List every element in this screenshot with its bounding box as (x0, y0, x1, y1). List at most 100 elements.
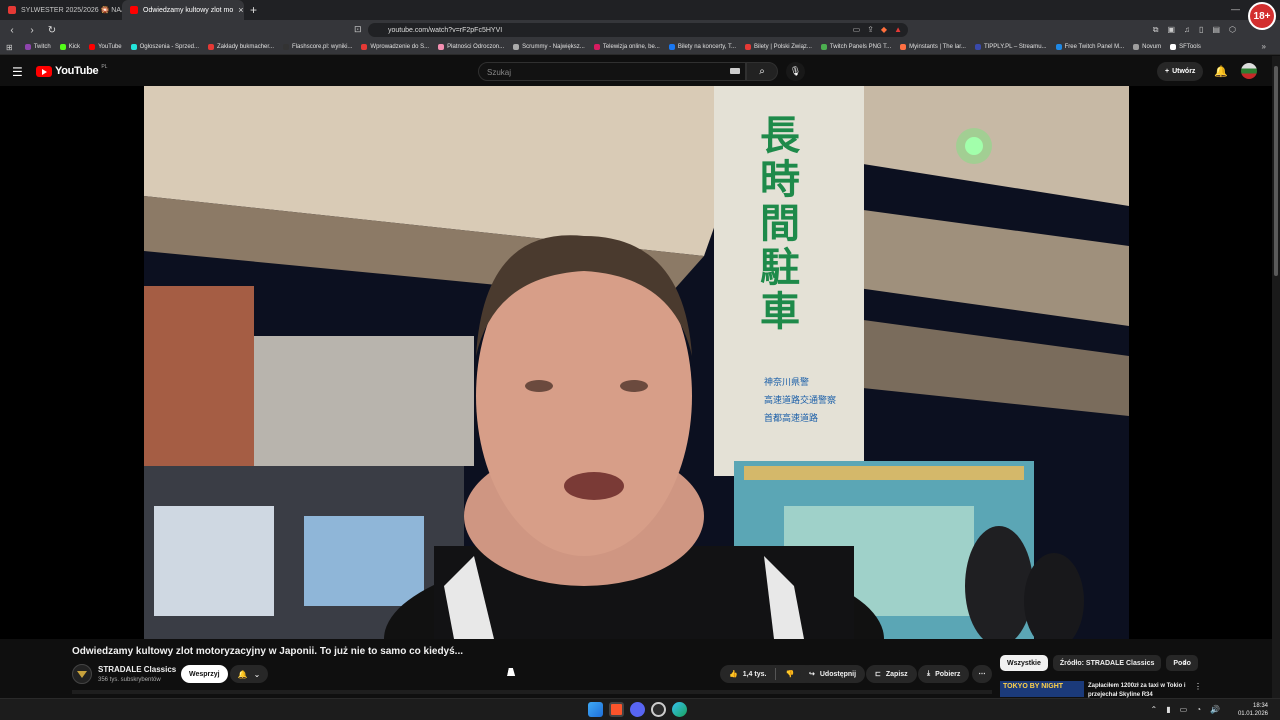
subscription-bell-button[interactable]: 🔔 ⌄ (230, 665, 268, 683)
rewards-icon[interactable]: ▲ (894, 25, 902, 34)
bookmark-item[interactable]: Twitch Panels PNG T... (820, 44, 891, 50)
video-player[interactable]: 長 時 間 駐 車 神奈川県警 高速道路交通警察 首都高速道路 (0, 86, 1272, 639)
search-input[interactable]: Szukaj (478, 62, 746, 81)
bell-icon: 🔔 (237, 669, 248, 679)
network-icon[interactable]: ▭ (1180, 705, 1188, 714)
video-frame[interactable]: 長 時 間 駐 車 神奈川県警 高速道路交通警察 首都高速道路 (144, 86, 1129, 639)
back-icon[interactable]: ‹ (4, 25, 20, 36)
shield-icon[interactable]: ◆ (881, 25, 887, 34)
edge-icon[interactable] (672, 702, 687, 717)
channel-avatar[interactable] (72, 664, 92, 684)
tab-label: SYLWESTER 2025/2026 🎇 NAJLE (21, 7, 122, 14)
recommendation-chips: Wszystkie Źródło: STRADALE Classics Podo (1000, 655, 1198, 671)
discord-icon[interactable] (630, 702, 645, 717)
obs-icon[interactable] (651, 702, 666, 717)
support-button[interactable]: Wesprzyj (181, 665, 228, 683)
kebab-menu-icon[interactable]: ⋮ (1194, 682, 1202, 691)
scrollbar-thumb[interactable] (1274, 66, 1278, 276)
bookmark-item[interactable]: Scrummy - Największ... (513, 44, 585, 50)
bookmark-item[interactable]: Kick (59, 44, 81, 50)
extension-icon[interactable]: ⧉ (1153, 25, 1159, 35)
bookmark-item[interactable]: Zakłady bukmacher... (208, 44, 274, 50)
bookmark-item[interactable]: Free Twitch Panel M... (1055, 44, 1124, 50)
bookmark-label: Płatności Odroczon... (447, 44, 505, 50)
bookmark-item[interactable]: Ogłoszenia - Sprzed... (130, 44, 199, 50)
save-label: Zapisz (885, 670, 908, 678)
vpn-icon[interactable]: ⬡ (1229, 25, 1236, 35)
chip-all[interactable]: Wszystkie (1000, 655, 1048, 671)
windows-start-icon[interactable] (588, 702, 603, 717)
bookmark-item[interactable]: Twitch (24, 44, 51, 50)
brave-browser-icon[interactable] (609, 702, 624, 717)
bookmark-item[interactable]: Bilety | Polski Związ... (745, 44, 812, 50)
create-button[interactable]: + Utwórz (1157, 62, 1204, 81)
bookmark-label: Twitch (33, 44, 51, 50)
bookmark-label: Zakłady bukmacher... (217, 44, 275, 50)
reload-icon[interactable]: ↻ (44, 25, 60, 36)
bookmark-icon[interactable]: ⊡ (354, 24, 362, 35)
share-button[interactable]: ↪ Udostępnij (800, 665, 866, 683)
channel-name[interactable]: STRADALE Classics (98, 665, 176, 674)
address-bar[interactable]: youtube.com/watch?v=rF2pFc5HYVI ▭ ⇪ ◆ ▲ (368, 23, 908, 37)
flashscore-icon (283, 44, 290, 50)
chip-source[interactable]: Źródło: STRADALE Classics (1052, 655, 1162, 671)
bookmark-label: Myinstants | The lar... (909, 44, 966, 50)
more-actions-button[interactable]: ⋯ (972, 665, 992, 683)
bookmark-label: Kick (68, 44, 81, 50)
olx-icon (130, 44, 137, 50)
system-clock[interactable]: 18:34 01.01.2026 (1238, 702, 1268, 718)
bookmark-item[interactable]: Myinstants | The lar... (900, 44, 966, 50)
bookmark-icon (1170, 44, 1177, 50)
apps-grid-icon[interactable]: ⊞ (6, 43, 13, 52)
bookmark-item[interactable]: TIPPLY.PL – Streamu... (974, 44, 1047, 50)
wallet-icon[interactable]: ▤ (1212, 25, 1220, 35)
bookmark-item[interactable]: YouTube (89, 44, 122, 50)
new-tab-button[interactable]: + (250, 3, 257, 17)
microphone-icon[interactable]: 🎙 (786, 62, 805, 81)
minimize-button[interactable]: — (1231, 4, 1240, 14)
bookmark-item[interactable]: Bilety na koncerty, T... (668, 44, 736, 50)
bookmark-item[interactable]: Novum (1133, 44, 1161, 50)
youtube-header: ☰ YouTube PL Szukaj ⌕ 🎙 + Utwórz 🔔 (0, 56, 1280, 86)
bookmark-item[interactable]: Płatności Odroczon... (438, 44, 504, 50)
download-button[interactable]: ⤓ Pobierz (918, 665, 970, 683)
account-avatar[interactable] (1241, 63, 1257, 79)
screen-icon[interactable]: ▭ (853, 25, 861, 34)
close-tab-icon[interactable]: × (238, 5, 243, 15)
search-button[interactable]: ⌕ (746, 62, 778, 81)
youtube-logo[interactable]: YouTube PL (36, 64, 107, 77)
extension-icon[interactable]: ▣ (1167, 25, 1175, 35)
plus-icon: + (1165, 68, 1170, 75)
keyboard-icon[interactable] (730, 68, 740, 74)
dislike-icon[interactable]: 👎 (785, 670, 794, 678)
browser-tab-active[interactable]: Odwiedzamy kultowy zlot mo × (122, 0, 244, 20)
save-button[interactable]: ⊏ Zapisz (866, 665, 917, 683)
page-scrollbar[interactable] (1272, 56, 1280, 720)
browser-tab[interactable]: SYLWESTER 2025/2026 🎇 NAJLE (0, 0, 122, 20)
share-icon[interactable]: ⇪ (867, 25, 874, 34)
music-icon[interactable]: ♫ (1184, 25, 1190, 35)
like-icon[interactable]: 👍 (729, 670, 738, 678)
more-bookmarks-icon[interactable]: » (1262, 42, 1266, 51)
description-box-edge (72, 690, 992, 694)
wifi-icon[interactable]: ◔ (1196, 705, 1201, 714)
video-scene (144, 86, 1129, 639)
notifications-bell-icon[interactable]: 🔔 (1214, 65, 1228, 78)
bookmark-item[interactable]: Wprowadzenie do S... (361, 44, 429, 50)
chevron-right-icon[interactable]: › (1183, 657, 1186, 668)
chevron-up-icon[interactable]: ⌃ (1151, 705, 1158, 714)
like-count[interactable]: 1,4 tys. (743, 671, 767, 678)
menu-icon[interactable]: ☰ (12, 65, 23, 79)
bookmark-icon (974, 44, 981, 50)
download-icon: ⤓ (927, 670, 931, 677)
recommendation-thumbnail[interactable]: TOKYO BY NIGHT (1000, 681, 1084, 697)
battery-icon[interactable]: ▮ (1166, 705, 1170, 714)
bookmark-item[interactable]: Flashscore.pl: wyniki... (283, 44, 352, 50)
forward-icon[interactable]: › (24, 25, 40, 36)
clock-time: 18:34 (1252, 703, 1268, 709)
sidebar-icon[interactable]: ▯ (1199, 25, 1203, 35)
bookmark-icon (820, 44, 827, 50)
bookmark-item[interactable]: SFTools (1170, 44, 1201, 50)
volume-icon[interactable]: 🔊 (1210, 705, 1220, 714)
bookmark-item[interactable]: Telewizja online, be... (593, 44, 660, 50)
